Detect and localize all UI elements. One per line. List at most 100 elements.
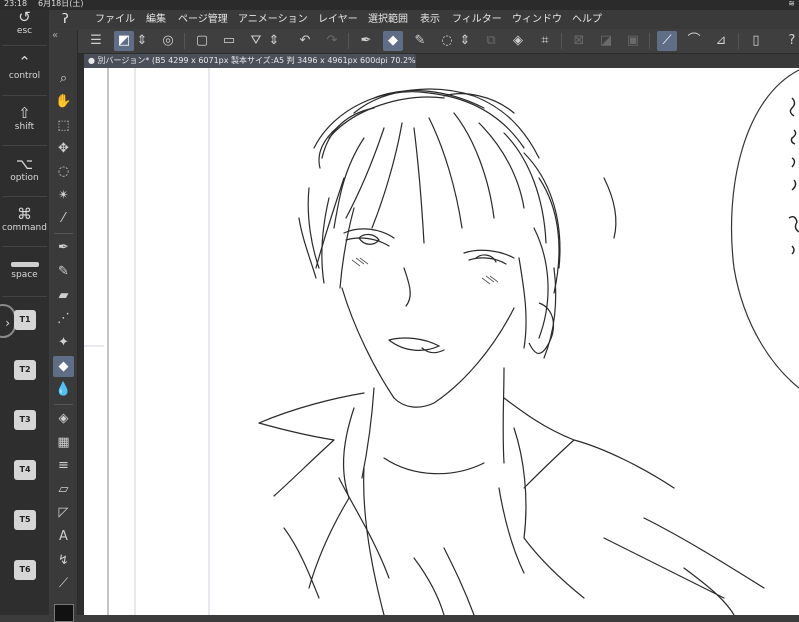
shift-icon: ⇧ xyxy=(18,104,31,122)
clear-icon[interactable]: ◪ xyxy=(596,31,616,51)
operation-tool-icon[interactable]: ⬚ xyxy=(53,115,74,136)
redo-icon[interactable]: ↷ xyxy=(322,31,342,51)
menu-selection[interactable]: 選択範囲 xyxy=(368,10,408,29)
new-page-icon[interactable]: ▢ xyxy=(192,31,212,51)
divider xyxy=(2,145,47,146)
shortcut-t5-button[interactable]: T5 xyxy=(14,510,36,530)
esc-key[interactable]: ↺ esc xyxy=(0,8,49,37)
menu-view[interactable]: 表示 xyxy=(420,10,440,29)
reference-icon[interactable]: ▯ xyxy=(746,31,766,51)
zoom-tool-icon[interactable]: ⌕ xyxy=(53,68,74,89)
fill-selection-icon[interactable]: ▣ xyxy=(623,31,643,51)
help-icon[interactable]: ? xyxy=(782,31,799,51)
text-tool-icon[interactable]: A xyxy=(53,526,74,547)
figure-tool-icon[interactable]: ≡ xyxy=(53,455,74,476)
fill-tool-icon[interactable]: ◈ xyxy=(53,408,74,429)
eraser-icon[interactable]: ◆ xyxy=(383,31,403,51)
brush-tool-icon[interactable]: ▰ xyxy=(53,285,74,306)
menu-file[interactable]: ファイル xyxy=(95,10,135,29)
neck-strokes xyxy=(361,367,505,479)
shortcut-t2-button[interactable]: T2 xyxy=(14,360,36,380)
balloon-tool-icon[interactable]: ↯ xyxy=(53,550,74,571)
option-key[interactable]: ⌥ option xyxy=(0,155,49,184)
blush-hatching xyxy=(351,257,499,285)
gradient-tool-icon[interactable]: ▦ xyxy=(53,432,74,453)
menu-layer[interactable]: レイヤー xyxy=(318,10,358,29)
divider xyxy=(54,233,73,234)
document-tab[interactable]: ● 別バージョン* (B5 4299 x 6071px 製本サイズ:A5 判 3… xyxy=(84,54,416,68)
main-color-swatch[interactable] xyxy=(54,604,74,622)
undo-icon[interactable]: ↶ xyxy=(295,31,315,51)
command-key[interactable]: ⌘ command xyxy=(0,205,49,234)
pen-tool-icon[interactable]: ✒ xyxy=(53,237,74,258)
chevron-right-icon: › xyxy=(5,316,10,330)
divider xyxy=(348,33,349,49)
magic-wand-tool-icon[interactable]: ✴ xyxy=(53,185,74,206)
stepper-icon[interactable]: ⇕ xyxy=(268,31,280,51)
pencil-tool-icon[interactable]: ✎ xyxy=(53,261,74,282)
ruler-snap-icon[interactable]: ⊿ xyxy=(711,31,731,51)
blend-tool-icon[interactable]: 💧 xyxy=(53,379,74,400)
lasso-tool-icon[interactable]: ◌ xyxy=(53,161,74,182)
command-bar: ☰ ◩ ⇕ ◎ ▢ ▭ ⛛ ⇕ ↶ ↷ ✒ ◆ ✎ ◌ ⇕ ⧉ ◈ ⌗ ⊠ ◪ … xyxy=(78,29,799,54)
select-all-icon[interactable]: ◌ xyxy=(437,31,457,51)
marker-icon[interactable]: ✎ xyxy=(410,31,430,51)
open-folder-icon[interactable]: ▭ xyxy=(219,31,239,51)
menu-edit[interactable]: 編集 xyxy=(146,10,166,29)
transform-icon[interactable]: ⌗ xyxy=(535,31,555,51)
shortcut-t6-button[interactable]: T6 xyxy=(14,560,36,580)
shift-key[interactable]: ⇧ shift xyxy=(0,104,49,133)
menu-window[interactable]: ウィンドウ xyxy=(512,10,562,29)
ruler-tool-icon[interactable]: ◸ xyxy=(53,502,74,523)
hamburger-menu-icon[interactable]: ☰ xyxy=(86,31,106,51)
decoration-tool-icon[interactable]: ✦ xyxy=(53,332,74,353)
menu-filter[interactable]: フィルター xyxy=(452,10,502,29)
fill-icon[interactable]: ◈ xyxy=(508,31,528,51)
divider xyxy=(561,33,562,49)
divider xyxy=(2,196,47,197)
collapse-icon[interactable]: « xyxy=(52,30,58,41)
shirt-strokes xyxy=(258,392,765,615)
clear-outside-icon[interactable]: ⊠ xyxy=(569,31,589,51)
frame-border-tool-icon[interactable]: ▱ xyxy=(53,479,74,500)
shortcut-t4-button[interactable]: T4 xyxy=(14,460,36,480)
shift-label: shift xyxy=(14,122,35,132)
stepper-icon[interactable]: ⇕ xyxy=(136,31,148,51)
control-key[interactable]: ⌃ control xyxy=(0,53,49,82)
move-layer-tool-icon[interactable]: ✥ xyxy=(53,138,74,159)
divider xyxy=(2,296,47,297)
stepper-icon[interactable]: ⇕ xyxy=(459,31,471,51)
wifi-icon: ≋ xyxy=(788,0,795,8)
menu-bar: ʔ ファイル 編集 ページ管理 アニメーション レイヤー 選択範囲 表示 フィル… xyxy=(50,10,799,29)
control-icon: ⌃ xyxy=(18,53,31,71)
shortcut-t1-button[interactable]: T1 xyxy=(14,310,36,330)
airbrush-tool-icon[interactable]: ⋰ xyxy=(53,308,74,329)
divider xyxy=(184,33,185,49)
spacebar-icon xyxy=(10,262,39,267)
space-key[interactable]: space xyxy=(0,262,49,281)
eraser-tool-icon[interactable]: ◆ xyxy=(53,356,74,377)
shortcut-t3-button[interactable]: T3 xyxy=(14,410,36,430)
layer-property-icon[interactable]: ◎ xyxy=(158,31,178,51)
menu-animation[interactable]: アニメーション xyxy=(238,10,308,29)
status-bar: 23:18 6月18日(土) ≋ xyxy=(0,0,799,10)
space-label: space xyxy=(11,270,38,280)
save-icon[interactable]: ⛛ xyxy=(246,31,266,51)
copy-icon[interactable]: ⧉ xyxy=(481,31,501,51)
edit-mode-icon[interactable]: ◩ xyxy=(114,31,134,51)
pen-icon[interactable]: ✒ xyxy=(356,31,376,51)
menu-help[interactable]: ヘルプ xyxy=(572,10,602,29)
menu-page[interactable]: ページ管理 xyxy=(178,10,228,29)
option-icon: ⌥ xyxy=(15,155,34,173)
correct-line-tool-icon[interactable]: ⟋ xyxy=(53,573,74,594)
snap-line-icon[interactable]: ⌒ xyxy=(684,31,704,51)
status-time: 23:18 xyxy=(4,0,28,8)
eyedropper-tool-icon[interactable]: ⁄ xyxy=(53,208,74,229)
drawing-canvas[interactable] xyxy=(84,68,799,615)
vector-line-icon[interactable]: ⟋ xyxy=(657,31,677,51)
divider xyxy=(738,33,739,49)
app-logo-icon[interactable]: ʔ xyxy=(62,10,69,29)
hand-tool-icon[interactable]: ✋ xyxy=(53,91,74,112)
modifier-key-panel: ↺ esc ⌃ control ⇧ shift ⌥ option ⌘ comma… xyxy=(0,0,49,615)
ear-stroke xyxy=(528,302,555,355)
